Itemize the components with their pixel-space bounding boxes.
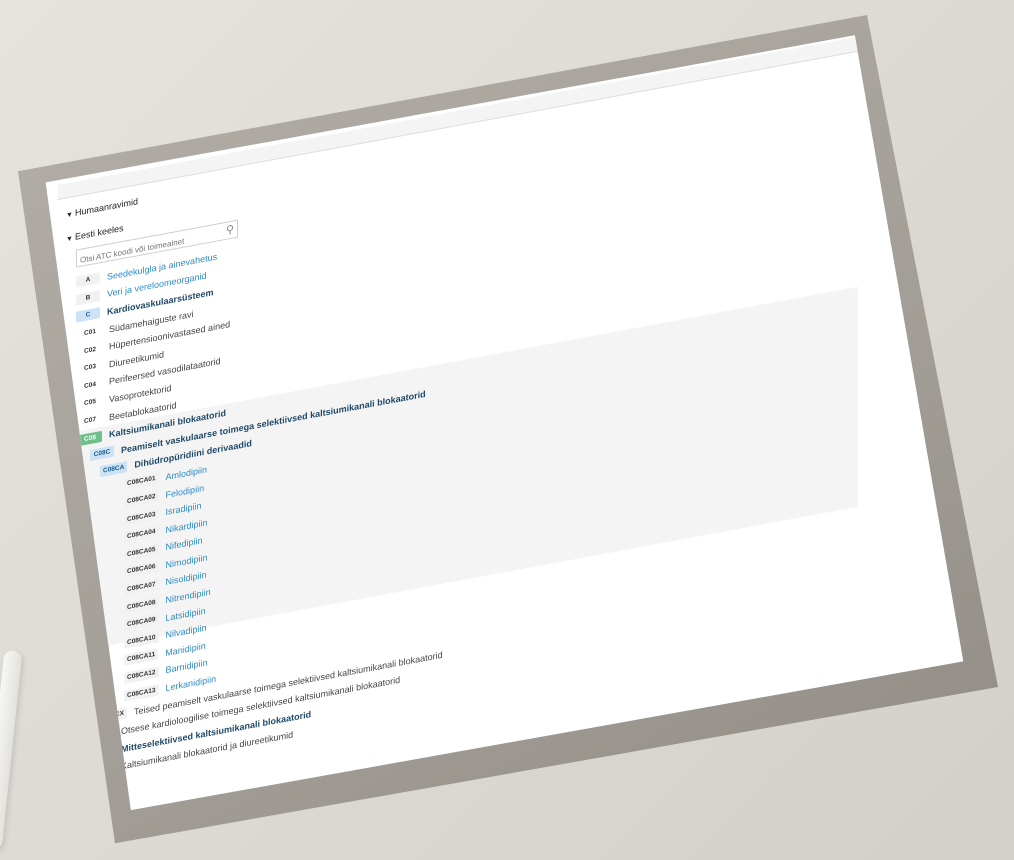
atc-code-badge[interactable]: C: [76, 307, 100, 324]
atc-code-badge[interactable]: C07: [78, 413, 102, 428]
language-label: Eesti keeles: [74, 222, 124, 242]
atc-code-badge[interactable]: C08: [78, 430, 102, 446]
atc-code-badge[interactable]: C08CA: [100, 460, 128, 478]
caret-down-icon: ▼: [66, 235, 73, 244]
atc-code-badge[interactable]: C08C: [90, 445, 114, 462]
atc-code-badge[interactable]: C02: [78, 343, 102, 358]
atc-code-badge[interactable]: C05: [78, 395, 102, 410]
caret-down-icon: ▼: [66, 211, 73, 220]
section-label: Humaanravimid: [74, 196, 138, 218]
tablet-screen: ✕ ▼Humaanravimid ▼Eesti keeles ⚲ ASeedek…: [45, 35, 964, 811]
atc-code-badge[interactable]: C01: [78, 325, 102, 340]
stylus-pencil: [0, 649, 23, 851]
atc-code-badge[interactable]: B: [76, 290, 100, 306]
language-toggle[interactable]: ▼ Eesti keeles: [66, 223, 123, 244]
atc-code-badge[interactable]: C04: [78, 378, 102, 393]
atc-code-badge[interactable]: A: [76, 272, 100, 288]
search-icon[interactable]: ⚲: [226, 222, 234, 236]
atc-code-badge[interactable]: C03: [78, 360, 102, 375]
humaanravimid-toggle[interactable]: ▼ Humaanravimid: [66, 196, 138, 219]
